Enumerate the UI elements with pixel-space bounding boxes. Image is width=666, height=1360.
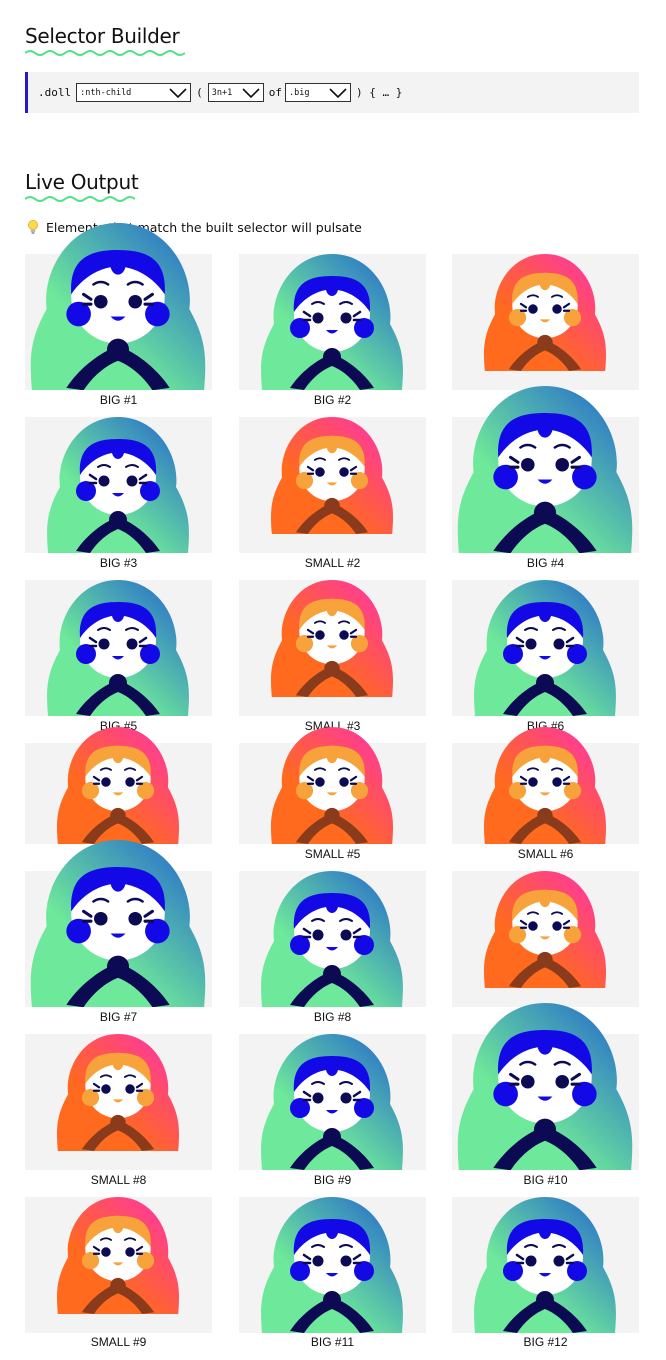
- doll-label: SMALL #2: [304, 556, 361, 570]
- doll-card: BIG #7: [25, 839, 212, 1026]
- doll-card: SMALL #6: [452, 727, 639, 863]
- doll-card: BIG #9: [239, 1034, 426, 1189]
- doll-card: SMALL #9: [25, 1197, 212, 1351]
- big-doll-illustration: [261, 871, 403, 1007]
- doll-card: BIG #5: [25, 580, 212, 735]
- doll-clip: [239, 417, 426, 553]
- big-doll-illustration: [47, 580, 189, 716]
- big-doll-illustration: [457, 385, 633, 553]
- doll-label: BIG #3: [99, 556, 138, 570]
- live-output-heading: Live Output: [25, 170, 139, 202]
- doll-clip: [25, 727, 212, 844]
- doll-clip: [25, 1197, 212, 1333]
- doll-label: SMALL #6: [517, 847, 574, 861]
- doll-clip: [25, 839, 212, 1007]
- doll-clip: [239, 580, 426, 716]
- open-paren: (: [196, 86, 203, 99]
- big-doll-illustration: [261, 1034, 403, 1170]
- pseudo-class-value: :nth-child: [80, 87, 132, 98]
- doll-card: BIG #8: [239, 871, 426, 1026]
- selector-builder-title: Selector Builder: [25, 24, 180, 48]
- doll-clip: [452, 385, 639, 553]
- small-doll-illustration: [270, 580, 394, 697]
- doll-label: BIG #8: [313, 1010, 352, 1024]
- doll-label: SMALL #5: [304, 847, 361, 861]
- doll-card: BIG #6: [452, 580, 639, 735]
- of-keyword: of: [268, 86, 282, 99]
- big-doll-illustration: [457, 1002, 633, 1170]
- formula-value: 3n+1: [211, 87, 233, 98]
- small-doll-illustration: [270, 727, 394, 844]
- live-output-title: Live Output: [25, 170, 139, 194]
- doll-label: SMALL #8: [90, 1173, 147, 1187]
- chevron-down-icon: [329, 87, 347, 98]
- doll-clip: [239, 254, 426, 390]
- doll-clip: [452, 1197, 639, 1333]
- squiggle-underline-icon: [25, 196, 135, 202]
- doll-card: SMALL #8: [25, 1034, 212, 1189]
- doll-card: BIG #12: [452, 1197, 639, 1351]
- big-doll-illustration: [261, 1197, 403, 1333]
- of-selector-select[interactable]: .big: [285, 83, 351, 102]
- selector-builder-bar: .doll :nth-child ( 3n+1 of .big ) { … }: [25, 72, 639, 113]
- big-doll-illustration: [474, 1197, 616, 1333]
- small-doll-illustration: [483, 871, 607, 988]
- doll-clip: [452, 727, 639, 844]
- doll-card: BIG #2: [239, 254, 426, 409]
- small-doll-illustration: [483, 254, 607, 371]
- doll-clip: [25, 417, 212, 553]
- chevron-down-icon: [169, 87, 187, 98]
- doll-clip: [25, 580, 212, 716]
- squiggle-underline-icon: [25, 50, 185, 56]
- doll-clip: [452, 1002, 639, 1170]
- doll-clip: [452, 871, 639, 1007]
- big-doll-illustration: [30, 222, 206, 390]
- doll-label: BIG #11: [310, 1335, 355, 1349]
- doll-clip: [25, 222, 212, 390]
- big-doll-illustration: [474, 580, 616, 716]
- big-doll-illustration: [30, 839, 206, 1007]
- doll-card: SMALL #2: [239, 417, 426, 572]
- doll-clip: [25, 1034, 212, 1170]
- doll-label: BIG #10: [523, 1173, 568, 1187]
- doll-clip: [452, 254, 639, 390]
- doll-clip: [239, 871, 426, 1007]
- small-doll-illustration: [270, 417, 394, 534]
- small-doll-illustration: [56, 1197, 180, 1314]
- doll-clip: [239, 1197, 426, 1333]
- doll-label: BIG #2: [313, 393, 352, 407]
- doll-label: SMALL #9: [90, 1335, 147, 1349]
- doll-label: BIG #4: [526, 556, 565, 570]
- element-selector: .doll: [38, 86, 72, 99]
- big-doll-illustration: [261, 254, 403, 390]
- small-doll-illustration: [56, 727, 180, 844]
- big-doll-illustration: [47, 417, 189, 553]
- small-doll-illustration: [483, 727, 607, 844]
- doll-clip: [239, 1034, 426, 1170]
- doll-label: BIG #1: [99, 393, 138, 407]
- close-block: ) { … }: [356, 86, 403, 99]
- selector-builder-heading: Selector Builder: [25, 24, 185, 56]
- doll-clip: [239, 727, 426, 844]
- doll-card: BIG #1: [25, 222, 212, 409]
- formula-select[interactable]: 3n+1: [207, 83, 264, 102]
- small-doll-illustration: [56, 1034, 180, 1151]
- doll-card: SMALL #5: [239, 727, 426, 863]
- doll-card: SMALL #3: [239, 580, 426, 735]
- doll-label: BIG #9: [313, 1173, 352, 1187]
- doll-card: BIG #4: [452, 385, 639, 572]
- doll-label: BIG #7: [99, 1010, 138, 1024]
- doll-clip: [452, 580, 639, 716]
- doll-card: BIG #3: [25, 417, 212, 572]
- doll-label: BIG #12: [523, 1335, 568, 1349]
- doll-card: BIG #10: [452, 1002, 639, 1189]
- chevron-down-icon: [242, 87, 260, 98]
- of-selector-value: .big: [289, 87, 310, 98]
- pseudo-class-select[interactable]: :nth-child: [76, 83, 192, 102]
- doll-card: BIG #11: [239, 1197, 426, 1351]
